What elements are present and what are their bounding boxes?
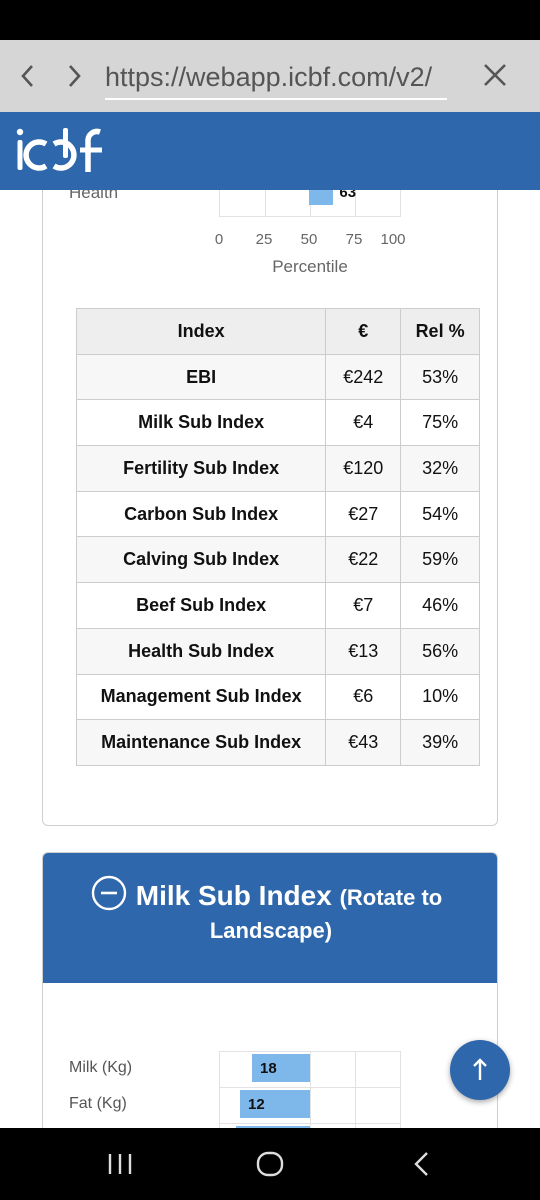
close-button[interactable]	[480, 60, 510, 90]
scroll-to-top-button[interactable]	[450, 1040, 510, 1100]
axis-tick: 100	[380, 231, 406, 248]
close-icon	[484, 64, 506, 86]
table-row: Calving Sub Index €22 59%	[75, 536, 480, 584]
index-rel: 39%	[400, 719, 480, 766]
back-icon[interactable]	[406, 1148, 438, 1180]
table-row: Milk Sub Index €4 75%	[75, 399, 480, 447]
chart-row-label: Health	[69, 190, 119, 202]
index-name: EBI	[75, 353, 327, 401]
index-euro: €4	[325, 399, 402, 447]
index-euro: €120	[325, 445, 402, 492]
table-header-row: Index € Rel %	[75, 308, 480, 355]
health-bar	[309, 190, 334, 205]
index-table: Index € Rel % EBI €242 53% Milk Sub Index €…	[75, 308, 480, 766]
axis-title: Percentile	[272, 257, 348, 276]
index-name: Maintenance Sub Index	[75, 719, 327, 766]
gridline	[355, 1052, 356, 1128]
system-nav-bar	[0, 1128, 540, 1200]
index-rel: 54%	[400, 490, 480, 538]
gridline	[265, 190, 266, 216]
index-name: Carbon Sub Index	[75, 490, 327, 538]
table-row: Management Sub Index €6 10%	[75, 673, 480, 721]
home-icon[interactable]	[254, 1148, 286, 1180]
icbf-logo[interactable]: icbf	[16, 128, 116, 172]
axis-tick: 0	[214, 231, 224, 248]
milk-sub-index-header[interactable]: Milk Sub Index (Rotate to Landscape)	[43, 853, 497, 983]
index-euro: €27	[325, 490, 402, 538]
forward-button[interactable]	[60, 62, 88, 90]
axis-tick: 25	[255, 231, 273, 248]
header-index: Index	[75, 308, 327, 355]
index-name: Calving Sub Index	[75, 536, 327, 584]
recents-icon[interactable]	[104, 1148, 136, 1180]
row-divider	[220, 1123, 400, 1124]
milk-bar-value: 18	[260, 1060, 277, 1077]
page-content: Health 63 0 25 50 75 100 Percentile Inde…	[0, 190, 540, 1128]
table-row: Carbon Sub Index €27 54%	[75, 490, 480, 538]
index-rel: 56%	[400, 627, 480, 675]
index-name: Management Sub Index	[75, 673, 327, 721]
axis-tick: 50	[300, 231, 318, 248]
url-text[interactable]: https://webapp.icbf.com/v2/	[105, 60, 447, 100]
chevron-right-icon	[69, 65, 81, 87]
milk-trait-chart: 18 12	[219, 1051, 401, 1128]
header-euro: €	[325, 308, 402, 355]
app-header: icbf	[0, 112, 540, 190]
section-title-main: Milk Sub Index	[135, 880, 332, 911]
index-euro: €6	[325, 673, 402, 721]
index-rel: 53%	[400, 353, 480, 401]
header-rel: Rel %	[400, 308, 480, 355]
index-name: Health Sub Index	[75, 627, 327, 675]
fat-bar-value: 12	[248, 1096, 265, 1113]
table-row: Beef Sub Index €7 46%	[75, 582, 480, 629]
back-button[interactable]	[14, 62, 42, 90]
index-name: Milk Sub Index	[75, 399, 327, 447]
section-title-suffix: (Rotate to	[339, 885, 443, 910]
index-euro: €43	[325, 719, 402, 766]
percentile-chart: 63	[219, 190, 401, 217]
status-bar	[0, 0, 540, 40]
index-name: Fertility Sub Index	[75, 445, 327, 492]
gridline	[310, 1052, 311, 1128]
table-row: EBI €242 53%	[75, 353, 480, 401]
table-row: Fertility Sub Index €120 32%	[75, 445, 480, 492]
ebi-summary-card: Health 63 0 25 50 75 100 Percentile Inde…	[42, 190, 498, 826]
fat-row-label: Fat (Kg)	[69, 1095, 127, 1112]
browser-url-bar: https://webapp.icbf.com/v2/	[0, 40, 540, 112]
section-title-line2: Landscape)	[209, 918, 333, 943]
row-divider	[220, 1087, 400, 1088]
milk-row-label: Milk (Kg)	[69, 1059, 133, 1076]
index-rel: 10%	[400, 673, 480, 721]
index-euro: €7	[325, 582, 402, 629]
milk-sub-index-card: Milk Sub Index (Rotate to Landscape) Mil…	[42, 852, 498, 1128]
axis-tick: 75	[345, 231, 363, 248]
table-row: Maintenance Sub Index €43 39%	[75, 719, 480, 766]
arrow-up-icon	[473, 1058, 487, 1080]
index-rel: 46%	[400, 582, 480, 629]
index-euro: €242	[325, 353, 402, 401]
chevron-left-icon	[21, 65, 33, 87]
index-euro: €13	[325, 627, 402, 675]
table-row: Health Sub Index €13 56%	[75, 627, 480, 675]
index-rel: 32%	[400, 445, 480, 492]
index-name: Beef Sub Index	[75, 582, 327, 629]
index-euro: €22	[325, 536, 402, 584]
index-rel: 75%	[400, 399, 480, 447]
section-title: Milk Sub Index (Rotate to	[43, 877, 497, 917]
index-rel: 59%	[400, 536, 480, 584]
health-bar-value: 63	[339, 190, 357, 201]
